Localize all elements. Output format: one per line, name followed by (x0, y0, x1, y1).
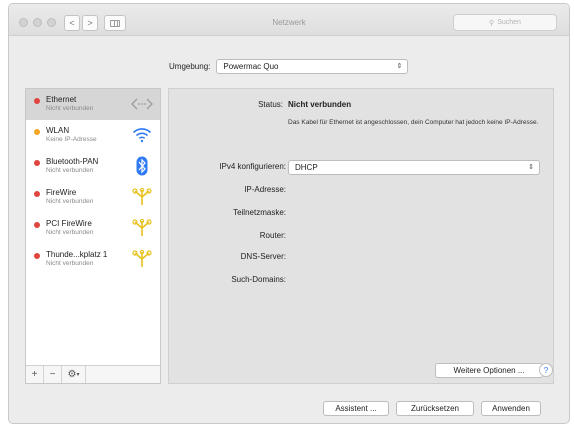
action-menu-button[interactable]: ⚙ ▾ (62, 366, 86, 383)
status-dot (34, 191, 40, 197)
status-label: Status: (258, 100, 283, 109)
ip-address-label: IP-Adresse: (244, 185, 286, 194)
bluetooth-icon (131, 156, 153, 176)
thunderbolt-bridge-icon (131, 249, 153, 269)
router-label: Router: (259, 231, 286, 240)
gear-icon: ⚙ (67, 369, 77, 380)
service-item-thunderbolt-bridge[interactable]: Thunde...kplatz 1 Nicht verbunden (26, 244, 160, 275)
dns-server-label: DNS-Server: (240, 252, 286, 261)
service-item-pci-firewire[interactable]: PCI FireWire Nicht verbunden (26, 213, 160, 244)
ipv4-value: DHCP (295, 163, 318, 172)
firewire-icon (131, 187, 153, 207)
revert-button[interactable]: Zurücksetzen (396, 401, 474, 416)
service-list-toolbar: + − ⚙ ▾ (26, 365, 160, 383)
minus-icon: − (49, 369, 56, 380)
status-dot (34, 253, 40, 259)
service-item-bluetooth-pan[interactable]: Bluetooth-PAN Nicht verbunden (26, 151, 160, 182)
more-options-label: Weitere Optionen ... (453, 366, 525, 375)
service-detail-panel: Status: Nicht verbunden Das Kabel für Et… (168, 88, 554, 384)
location-value: Powermac Quo (223, 62, 279, 71)
assistant-label: Assistent ... (335, 404, 377, 413)
service-status: Nicht verbunden (46, 260, 94, 267)
status-value: Nicht verbunden (288, 100, 352, 109)
remove-service-button[interactable]: − (44, 366, 62, 383)
service-list: Ethernet Nicht verbunden WLAN Keine IP-A… (25, 88, 161, 384)
service-status: Keine IP-Adresse (46, 136, 97, 143)
ethernet-icon (131, 94, 153, 114)
service-status: Nicht verbunden (46, 198, 94, 205)
title-bar: < > Netzwerk ⚲ Suchen (9, 4, 569, 36)
location-row: Umgebung: Powermac Quo ⇕ (169, 59, 409, 74)
service-name: Ethernet (46, 95, 77, 104)
more-options-button[interactable]: Weitere Optionen ... (435, 363, 543, 378)
question-mark-icon: ? (543, 365, 549, 375)
service-name: WLAN (46, 126, 70, 135)
service-status: Nicht verbunden (46, 229, 94, 236)
subnet-mask-label: Teilnetzmaske: (233, 208, 286, 217)
network-preferences-window: < > Netzwerk ⚲ Suchen Umgebung: Powermac… (8, 3, 570, 424)
service-name: Thunde...kplatz 1 (46, 250, 108, 259)
revert-label: Zurücksetzen (410, 404, 460, 413)
ipv4-label: IPv4 konfigurieren: (219, 162, 286, 171)
status-dot (34, 129, 40, 135)
service-item-ethernet[interactable]: Ethernet Nicht verbunden (26, 89, 160, 120)
help-button[interactable]: ? (539, 363, 553, 377)
assistant-button[interactable]: Assistent ... (323, 401, 389, 416)
location-label: Umgebung: (169, 62, 211, 71)
add-service-button[interactable]: + (26, 366, 44, 383)
status-dot (34, 160, 40, 166)
service-status: Nicht verbunden (46, 105, 94, 112)
apply-button[interactable]: Anwenden (481, 401, 541, 416)
service-name: FireWire (46, 188, 77, 197)
plus-icon: + (31, 369, 38, 380)
apply-label: Anwenden (492, 404, 530, 413)
search-domains-label: Such-Domains: (231, 275, 286, 284)
search-icon: ⚲ (489, 19, 495, 27)
ipv4-configure-select[interactable]: DHCP ⇕ (288, 160, 540, 175)
location-select[interactable]: Powermac Quo ⇕ (216, 59, 409, 74)
service-status: Nicht verbunden (46, 167, 94, 174)
service-item-wlan[interactable]: WLAN Keine IP-Adresse (26, 120, 160, 151)
status-dot (34, 222, 40, 228)
status-dot (34, 98, 40, 104)
firewire-icon (131, 218, 153, 238)
search-field[interactable]: ⚲ Suchen (453, 14, 557, 31)
search-placeholder: Suchen (497, 19, 521, 26)
footer-buttons: Assistent ... Zurücksetzen Anwenden (323, 401, 541, 416)
service-name: PCI FireWire (46, 219, 92, 228)
updown-arrows-icon: ⇕ (396, 63, 403, 70)
status-description: Das Kabel für Ethernet ist angeschlossen… (288, 119, 539, 126)
service-item-firewire[interactable]: FireWire Nicht verbunden (26, 182, 160, 213)
updown-arrows-icon: ⇕ (528, 164, 534, 171)
service-name: Bluetooth-PAN (46, 157, 99, 166)
chevron-down-icon: ▾ (76, 372, 80, 378)
wifi-icon (131, 125, 153, 145)
